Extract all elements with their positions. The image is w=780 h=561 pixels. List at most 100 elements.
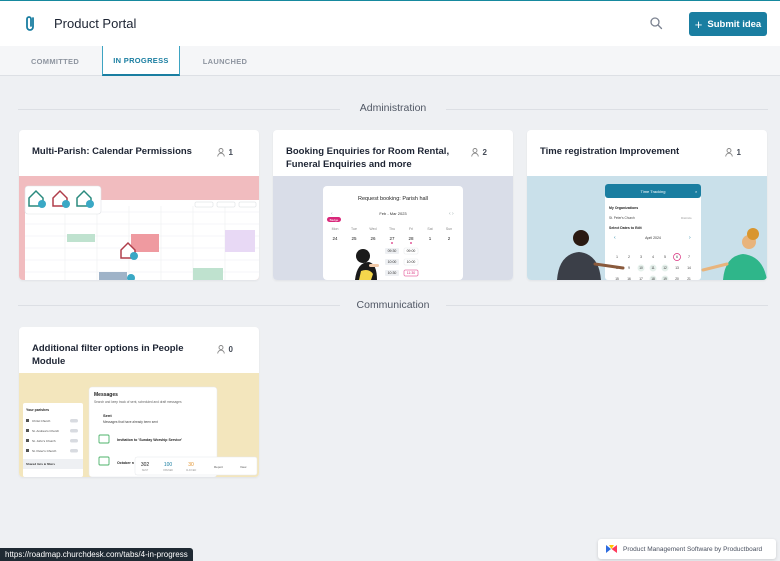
svg-text:Request booking: Parish hall: Request booking: Parish hall: [358, 196, 428, 202]
svg-text:11:30: 11:30: [407, 271, 416, 275]
svg-text:‹ ›: ‹ ›: [449, 211, 454, 217]
time-registration-illustration: Time Tracking × My Organizations St. Pet…: [527, 176, 767, 280]
svg-text:Feb - Mar 2023: Feb - Mar 2023: [379, 211, 407, 216]
svg-text:19: 19: [663, 277, 667, 280]
svg-text:Time Tracking: Time Tracking: [641, 189, 666, 194]
svg-text:Tue: Tue: [351, 227, 357, 231]
submit-idea-button[interactable]: + Submit idea: [689, 12, 767, 36]
svg-text:My Organizations: My Organizations: [609, 206, 638, 210]
booking-enquiry-illustration: Request booking: Parish hall ‹ Feb - Mar…: [273, 176, 513, 280]
idea-card[interactable]: Multi-Parish: Calendar Permissions 1: [19, 130, 259, 280]
svg-text:Fri: Fri: [409, 227, 413, 231]
svg-text:26: 26: [370, 236, 376, 241]
svg-text:St. John's Church: St. John's Church: [32, 439, 56, 443]
svg-text:10: 10: [639, 266, 643, 270]
svg-text:7: 7: [688, 255, 690, 259]
top-bar: Product Portal + Submit idea: [0, 0, 780, 46]
svg-text:302: 302: [141, 462, 150, 468]
svg-text:13: 13: [675, 266, 679, 270]
svg-text:9: 9: [628, 266, 630, 270]
search-icon[interactable]: [649, 16, 663, 30]
tab-committed[interactable]: COMMITTED: [22, 46, 88, 76]
idea-card[interactable]: Time registration Improvement 1 Time Tra…: [527, 130, 767, 280]
submit-idea-label: Submit idea: [707, 18, 762, 30]
vote-count: 1: [216, 148, 233, 157]
svg-text:20: 20: [675, 277, 679, 280]
user-icon: [470, 148, 479, 157]
svg-text:View: View: [240, 465, 247, 469]
svg-text:Invitation to 'Sunday Worship: Invitation to 'Sunday Worship Service': [117, 438, 182, 442]
svg-text:14: 14: [687, 266, 691, 270]
svg-text:Messages that have already bee: Messages that have already been sent: [103, 420, 158, 424]
status-url: https://roadmap.churchdesk.com/tabs/4-in…: [0, 548, 193, 561]
tab-bar: COMMITTED IN PROGRESS LAUNCHED: [0, 46, 780, 76]
svg-text:Badge: Badge: [330, 218, 339, 222]
svg-text:100: 100: [164, 462, 173, 468]
svg-text:Your parishes: Your parishes: [26, 408, 49, 412]
svg-text:Wed: Wed: [369, 227, 376, 231]
idea-card[interactable]: Booking Enquiries for Room Rental, Funer…: [273, 130, 513, 280]
svg-text:10:00: 10:00: [388, 260, 397, 264]
svg-text:28: 28: [408, 236, 414, 241]
productboard-logo-icon: [606, 545, 617, 553]
svg-text:Report: Report: [214, 465, 223, 469]
calendar-permissions-illustration: [19, 176, 259, 280]
svg-text:Select Dates to Edit: Select Dates to Edit: [609, 226, 643, 230]
card-title: Multi-Parish: Calendar Permissions: [32, 146, 192, 157]
card-title: Additional filter options in People Modu…: [32, 343, 184, 367]
svg-text:16: 16: [627, 277, 631, 280]
svg-text:St. Peter's Church: St. Peter's Church: [609, 216, 635, 220]
tab-launched[interactable]: LAUNCHED: [192, 46, 258, 76]
app-title: Product Portal: [54, 16, 137, 31]
svg-text:09:30: 09:30: [388, 249, 397, 253]
svg-text:10:00: 10:00: [407, 260, 416, 264]
section-divider: [18, 305, 340, 306]
card-title: Time registration Improvement: [540, 146, 680, 157]
section-divider: [446, 109, 768, 110]
svg-text:St. Peter's Church: St. Peter's Church: [32, 449, 57, 453]
svg-text:Christ Church: Christ Church: [32, 419, 51, 423]
svg-text:St. Andrew's Church: St. Andrew's Church: [32, 429, 59, 433]
svg-text:Mon: Mon: [332, 227, 339, 231]
user-icon: [724, 148, 733, 157]
tab-in-progress[interactable]: IN PROGRESS: [102, 46, 180, 76]
svg-text:09:00: 09:00: [407, 249, 416, 253]
svg-text:27: 27: [389, 236, 395, 241]
productboard-label: Product Management Software by Productbo…: [623, 545, 763, 553]
svg-text:Messages: Messages: [94, 392, 118, 398]
svg-text:Sun: Sun: [446, 227, 452, 231]
vote-count: 1: [724, 148, 741, 157]
svg-text:11: 11: [651, 266, 655, 270]
svg-text:Search and keep track of sent,: Search and keep track of sent, scheduled…: [94, 400, 182, 404]
vote-count: 2: [470, 148, 487, 157]
section-title-communication: Communication: [356, 299, 430, 311]
svg-text:2: 2: [628, 255, 630, 259]
svg-text:25: 25: [351, 236, 357, 241]
user-icon: [216, 148, 225, 157]
section-divider: [18, 109, 340, 110]
productboard-badge[interactable]: Product Management Software by Productbo…: [598, 539, 776, 559]
svg-text:6: 6: [676, 255, 678, 259]
svg-text:5: 5: [664, 255, 666, 259]
svg-text:Sat: Sat: [427, 227, 432, 231]
svg-text:April 2024: April 2024: [645, 236, 661, 240]
svg-text:Shared lists & filters: Shared lists & filters: [26, 462, 55, 466]
card-title: Booking Enquiries for Room Rental, Funer…: [286, 146, 450, 170]
svg-text:Thu: Thu: [389, 227, 395, 231]
idea-card[interactable]: Additional filter options in People Modu…: [19, 327, 259, 477]
section-title-administration: Administration: [359, 102, 427, 114]
user-icon: [216, 345, 225, 354]
svg-text:17: 17: [639, 277, 643, 280]
messages-illustration: Your parishes Christ Church St. Andrew's…: [19, 373, 259, 477]
svg-text:CLICKED: CLICKED: [186, 469, 197, 472]
svg-text:4: 4: [652, 255, 654, 259]
paperclip-logo-icon[interactable]: [22, 14, 40, 34]
svg-text:Sent: Sent: [103, 413, 112, 418]
svg-text:10:30: 10:30: [388, 271, 397, 275]
svg-text:30: 30: [188, 462, 194, 468]
vote-count: 0: [216, 345, 233, 354]
svg-text:3: 3: [640, 255, 642, 259]
svg-text:SENT: SENT: [142, 469, 149, 472]
svg-text:Districts: Districts: [681, 216, 692, 220]
svg-text:12: 12: [663, 266, 667, 270]
